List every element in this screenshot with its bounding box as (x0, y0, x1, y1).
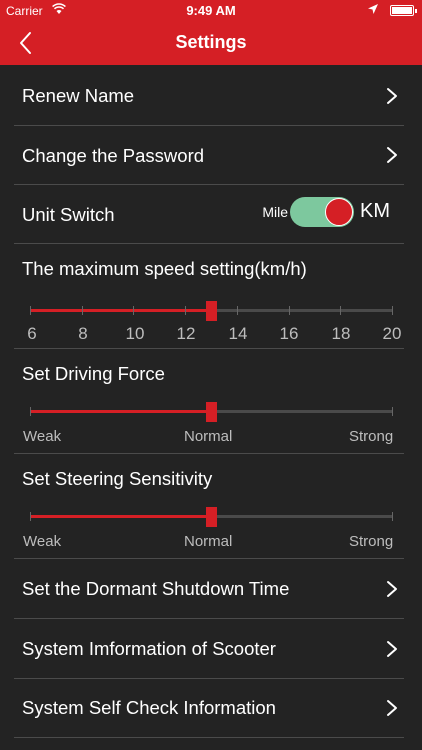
steering-weak-label: Weak (23, 533, 62, 550)
slider-tick (30, 306, 31, 315)
system-information-row[interactable]: System Imformation of Scooter (0, 619, 422, 678)
renew-name-row[interactable]: Renew Name (0, 66, 422, 125)
status-bar: Carrier 9:49 AM (0, 0, 422, 20)
speed-scale-label: 14 (228, 324, 248, 343)
km-label: KM (360, 200, 390, 222)
clock: 9:49 AM (186, 3, 236, 18)
unit-toggle[interactable] (290, 197, 354, 227)
chevron-right-icon (387, 581, 397, 597)
nav-bar: Settings (0, 20, 422, 65)
dormant-shutdown-label: Set the Dormant Shutdown Time (22, 578, 290, 599)
slider-thumb[interactable] (206, 301, 217, 321)
location-arrow-icon (368, 4, 378, 14)
chevron-right-icon (387, 147, 397, 163)
slider-tick (30, 407, 31, 416)
force-weak-label: Weak (23, 428, 62, 445)
change-password-row[interactable]: Change the Password (0, 126, 422, 185)
slider-tick (392, 306, 393, 315)
renew-name-label: Renew Name (22, 85, 135, 106)
steering-label: Set Steering Sensitivity (22, 468, 213, 489)
force-normal-label: Normal (184, 428, 233, 445)
max-speed-label: The maximum speed setting(km/h) (22, 258, 307, 279)
max-speed-section: The maximum speed setting(km/h) (0, 244, 422, 348)
slider-tick (82, 306, 83, 315)
self-check-label: System Self Check Information (22, 697, 276, 718)
slider-fill (30, 410, 211, 413)
unit-switch-label: Unit Switch (22, 204, 115, 225)
slider-fill (30, 515, 211, 518)
steering-slider[interactable] (30, 507, 393, 527)
unit-switch-row: Unit Switch Mile KM (0, 185, 422, 244)
chevron-right-icon (387, 700, 397, 716)
page-title: Settings (175, 32, 247, 52)
steering-normal-label: Normal (184, 533, 233, 550)
slider-tick (340, 306, 341, 315)
battery-icon (390, 5, 417, 16)
speed-scale-label: 10 (125, 324, 145, 343)
slider-tick (185, 306, 186, 315)
slider-tick (289, 306, 290, 315)
divider (14, 737, 404, 738)
unit-toggle-group: Mile KM (230, 197, 390, 227)
chevron-right-icon (387, 88, 397, 104)
speed-scale-label: 8 (78, 324, 88, 343)
driving-force-label: Set Driving Force (22, 363, 165, 384)
slider-tick (133, 306, 134, 315)
driving-force-slider[interactable] (30, 402, 393, 422)
speed-scale-label: 12 (176, 324, 196, 343)
slider-fill (30, 309, 211, 312)
speed-scale-label: 6 (27, 324, 37, 343)
speed-scale-label: 18 (331, 324, 351, 343)
speed-scale-label: 20 (382, 324, 402, 343)
slider-tick (237, 306, 238, 315)
max-speed-slider[interactable] (30, 301, 393, 321)
mile-label: Mile (262, 204, 288, 220)
slider-tick (392, 512, 393, 521)
chevron-right-icon (387, 641, 397, 657)
slider-thumb[interactable] (206, 402, 217, 422)
slider-thumb[interactable] (206, 507, 217, 527)
steering-strong-label: Strong (349, 533, 394, 550)
slider-tick (392, 407, 393, 416)
change-password-label: Change the Password (22, 145, 205, 166)
force-strong-label: Strong (349, 428, 394, 445)
system-information-label: System Imformation of Scooter (22, 638, 276, 659)
dormant-shutdown-row[interactable]: Set the Dormant Shutdown Time (0, 559, 422, 618)
toggle-knob (325, 198, 353, 226)
speed-scale-label: 16 (279, 324, 299, 343)
slider-tick (30, 512, 31, 521)
self-check-row[interactable]: System Self Check Information (0, 679, 422, 738)
